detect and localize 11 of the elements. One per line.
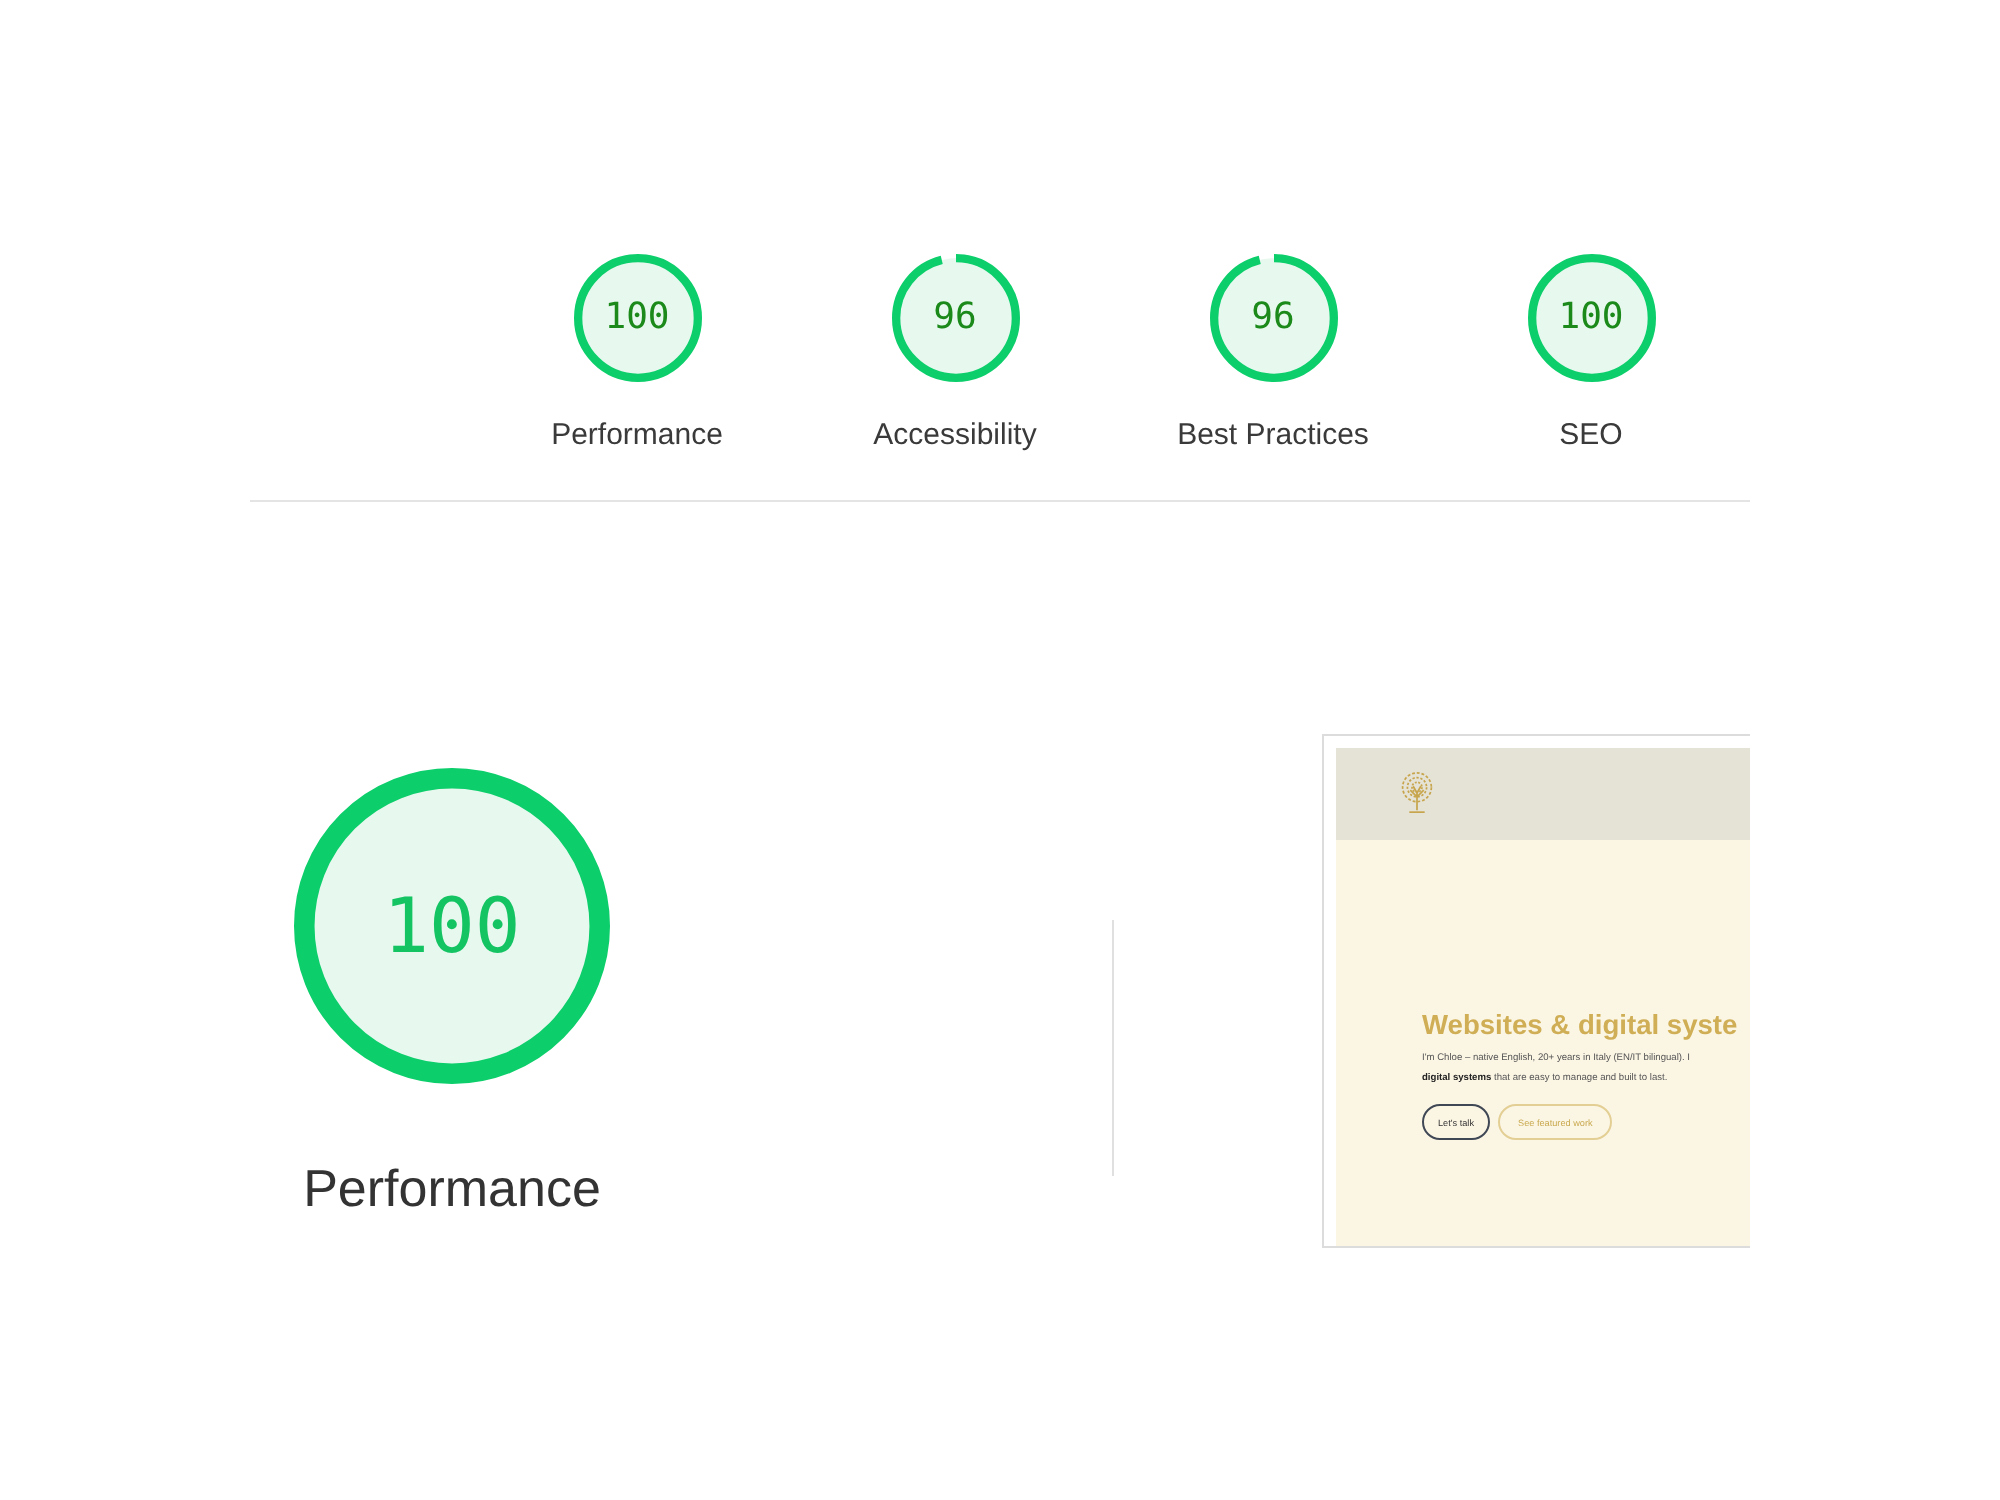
score-value: 96 [1251,300,1295,336]
category-label[interactable]: Best Practices [1177,418,1369,454]
hero-heading: Websites & digital syste [1422,1008,1738,1044]
score-value: 100 [383,888,521,964]
category-label[interactable]: SEO [1559,418,1623,454]
category-title: Performance [303,1158,601,1218]
score-value: 96 [933,300,977,336]
score-value: 100 [1558,300,1624,336]
score-value: 100 [604,300,670,336]
category-label[interactable]: Performance [551,418,723,454]
category-label[interactable]: Accessibility [873,418,1037,454]
